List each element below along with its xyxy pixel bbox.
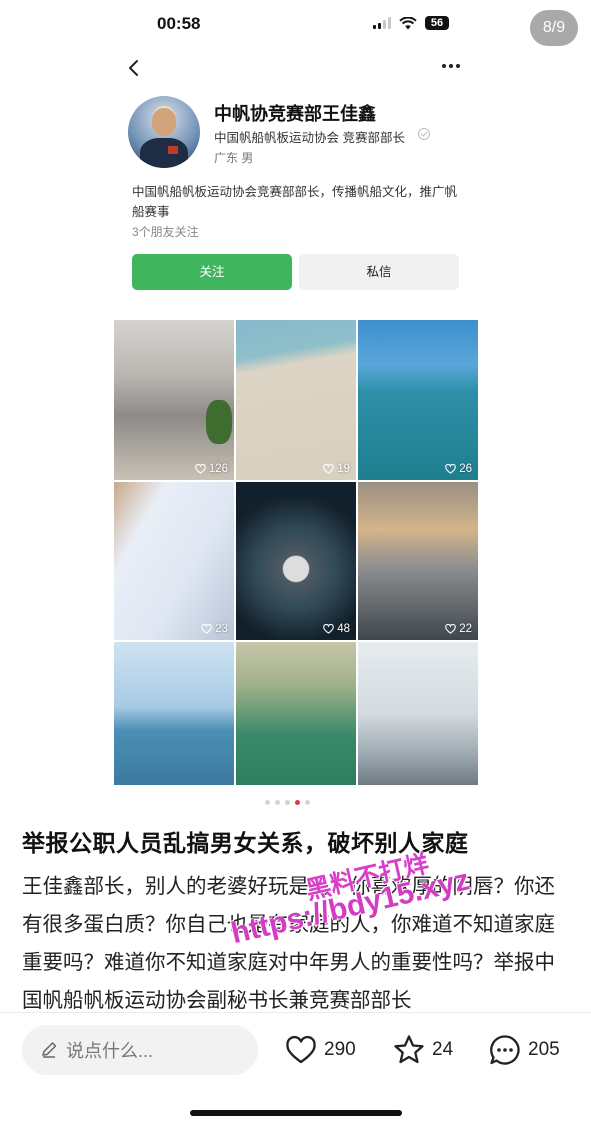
photo-like-count: 126 (194, 463, 228, 475)
profile-organization: 中国帆船帆板运动协会 竞赛部部长 (214, 131, 405, 145)
pager-dot-active[interactable] (295, 800, 300, 805)
photo-grid: 126 19 26 23 48 22 (114, 320, 478, 785)
heart-icon (445, 464, 457, 474)
photo-like-value: 48 (337, 623, 350, 635)
photo-like-count: 19 (323, 463, 350, 475)
photo-like-value: 126 (208, 463, 228, 475)
photo-thumbnail[interactable] (236, 642, 356, 785)
cellular-signal-icon (373, 17, 391, 29)
verified-icon (418, 128, 430, 140)
photo-thumbnail[interactable]: 22 (358, 482, 478, 640)
pager-dot[interactable] (285, 800, 290, 805)
status-time: 00:58 (157, 14, 201, 33)
follow-button[interactable]: 关注 (132, 254, 292, 290)
photo-like-count: 26 (445, 463, 472, 475)
photo-thumbnail[interactable]: 126 (114, 320, 234, 480)
home-indicator[interactable] (190, 1110, 402, 1116)
image-pager-dots (265, 800, 310, 805)
avatar[interactable] (128, 96, 200, 168)
photo-thumbnail[interactable]: 19 (236, 320, 356, 480)
heart-icon (201, 624, 213, 634)
star-icon (394, 1035, 424, 1064)
more-icon[interactable] (442, 64, 464, 70)
heart-icon (323, 464, 335, 474)
pager-dot[interactable] (305, 800, 310, 805)
friends-following: 3个朋友关注 (132, 225, 199, 239)
photo-like-count: 23 (201, 623, 228, 635)
profile-name: 中帆协竞赛部王佳鑫 (214, 104, 376, 124)
comment-input[interactable]: 说点什么... (22, 1025, 258, 1075)
post-title: 举报公职人员乱搞男女关系，破坏别人家庭 (22, 830, 469, 856)
photo-thumbnail[interactable] (114, 642, 234, 785)
comment-count: 205 (528, 1039, 560, 1060)
pager-dot[interactable] (275, 800, 280, 805)
photo-thumbnail[interactable]: 48 (236, 482, 356, 640)
photo-like-value: 23 (215, 623, 228, 635)
photo-like-value: 22 (459, 623, 472, 635)
comment-bubble-icon (490, 1035, 520, 1065)
comment-button[interactable]: 205 (488, 1033, 560, 1067)
favorite-count: 24 (432, 1039, 454, 1060)
image-page-counter: 8/9 (530, 10, 578, 46)
favorite-button[interactable]: 24 (392, 1033, 453, 1067)
photo-thumbnail[interactable]: 23 (114, 482, 234, 640)
comment-placeholder: 说点什么... (66, 1041, 154, 1061)
battery-indicator: 56 (425, 16, 449, 30)
photo-like-value: 19 (337, 463, 350, 475)
photo-like-count: 22 (445, 623, 472, 635)
photo-thumbnail[interactable]: 26 (358, 320, 478, 480)
heart-icon (286, 1035, 316, 1064)
message-button[interactable]: 私信 (299, 254, 459, 290)
photo-like-value: 26 (459, 463, 472, 475)
pencil-icon (42, 1042, 57, 1058)
profile-region: 广东 男 (214, 151, 254, 165)
post-body: 王佳鑫部长，别人的老婆好玩是吗？你喜欢厚的阴唇？你还有很多蛋白质？你自己也是有家… (22, 875, 555, 1012)
heart-icon (445, 624, 457, 634)
bottom-action-bar: 说点什么... 290 24 205 (0, 1012, 591, 1088)
like-count: 290 (324, 1039, 356, 1060)
photo-like-count: 48 (323, 623, 350, 635)
back-arrow-icon[interactable] (124, 58, 144, 78)
profile-bio: 中国帆船帆板运动协会竞赛部部长，传播帆船文化，推广帆船赛事 (132, 185, 458, 219)
pager-dot[interactable] (265, 800, 270, 805)
status-icons: 56 (373, 16, 449, 30)
photo-thumbnail[interactable] (358, 642, 478, 785)
heart-icon (323, 624, 335, 634)
profile-card: 中帆协竞赛部王佳鑫 中国帆船帆板运动协会 竞赛部部长 广东 男 中国帆船帆板运动… (112, 50, 478, 300)
wifi-icon (399, 16, 417, 30)
like-button[interactable]: 290 (284, 1033, 356, 1067)
heart-icon (194, 464, 206, 474)
status-bar: 00:58 56 8/9 (0, 0, 591, 56)
